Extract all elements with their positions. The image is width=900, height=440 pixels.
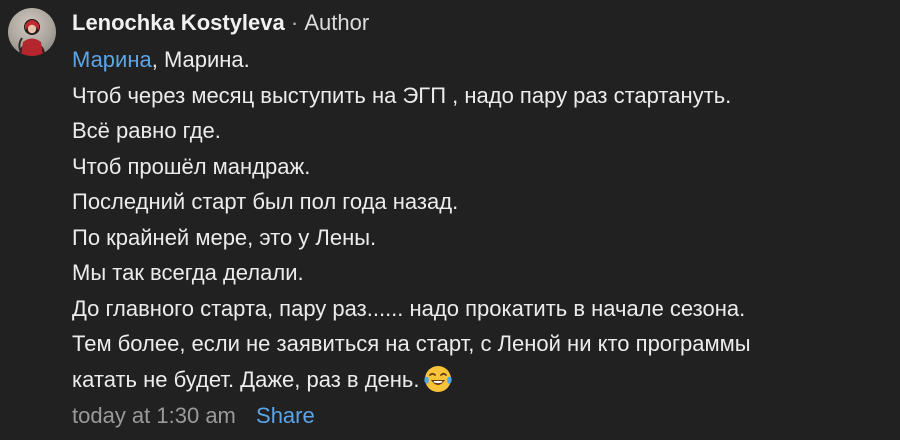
comment-meta: today at 1:30 am Share [72,401,892,431]
separator: · [290,10,299,35]
tears-of-joy-emoji-icon [423,364,453,394]
share-link[interactable]: Share [256,403,315,428]
avatar-image [18,19,45,56]
comment-content: Lenochka Kostyleva · Author Марина, Мари… [72,6,892,431]
mention-link[interactable]: Марина [72,47,152,72]
comment-line: До главного старта, пару раз...... надо … [72,295,746,321]
timestamp[interactable]: today at 1:30 am [72,403,236,428]
author-badge: Author [304,10,370,35]
avatar[interactable] [8,8,56,56]
comment-text: , Марина. [151,47,250,72]
comment-line: Тем более, если не заявиться на старт, с… [72,331,751,356]
comment-line: Чтоб через месяц выступить на ЭГП , надо… [72,82,732,108]
comment-line: Мы так всегда делали. [72,260,304,285]
comment-line: По крайней мере, это у Лены. [72,224,377,250]
comment-line: катать не будет. Даже, раз в день. [72,362,892,398]
comment-header: Lenochka Kostyleva · Author [72,6,892,40]
comment-line: Марина, Марина. [72,42,892,78]
comment-line: Последний старт был пол года назад. [72,189,459,214]
comment: Lenochka Kostyleva · Author Марина, Мари… [0,0,900,440]
comment-text: катать не будет. Даже, раз в день. [72,366,420,392]
comment-line: Чтоб прошёл мандраж. [72,153,311,179]
author-name[interactable]: Lenochka Kostyleva [72,10,285,35]
comment-body: Марина, Марина. Чтоб через месяц выступи… [72,42,892,397]
comment-line: Всё равно где. [72,118,221,143]
